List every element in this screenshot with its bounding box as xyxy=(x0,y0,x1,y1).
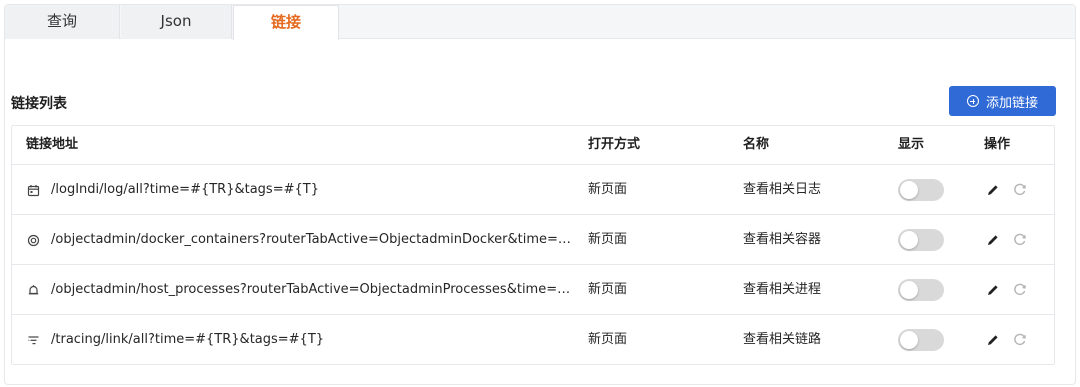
table-row: /tracing/link/all?time=#{TR}&tags=#{T} 新… xyxy=(12,315,1054,365)
show-toggle[interactable] xyxy=(898,229,944,251)
tab-json[interactable]: Json xyxy=(121,5,232,39)
open-mode: 新页面 xyxy=(588,282,628,297)
link-url: /objectadmin/host_processes?routerTabAct… xyxy=(51,282,571,297)
toggle-knob xyxy=(900,281,918,299)
pencil-icon[interactable] xyxy=(985,182,1001,198)
refresh-icon[interactable] xyxy=(1012,181,1028,197)
open-mode: 新页面 xyxy=(588,232,628,247)
links-table: 链接地址 打开方式 名称 显示 操作 /logIndi/log/all?time… xyxy=(11,125,1055,365)
table-header: 链接地址 打开方式 名称 显示 操作 xyxy=(12,126,1054,165)
column-header-show: 显示 xyxy=(898,137,925,152)
toggle-knob xyxy=(900,181,918,199)
table-row: /logIndi/log/all?time=#{TR}&tags=#{T} 新页… xyxy=(12,165,1054,215)
link-url: /objectadmin/docker_containers?routerTab… xyxy=(51,232,571,247)
show-toggle[interactable] xyxy=(898,279,944,301)
link-url: /logIndi/log/all?time=#{TR}&tags=#{T} xyxy=(51,182,319,197)
toggle-knob xyxy=(900,331,918,349)
column-header-name: 名称 xyxy=(743,137,770,152)
target-icon xyxy=(26,233,40,247)
link-url: /tracing/link/all?time=#{TR}&tags=#{T} xyxy=(51,332,325,347)
add-link-button[interactable]: 添加链接 xyxy=(949,86,1056,116)
link-name: 查看相关容器 xyxy=(743,232,822,247)
toggle-knob xyxy=(900,231,918,249)
refresh-icon[interactable] xyxy=(1012,331,1028,347)
show-toggle[interactable] xyxy=(898,179,944,201)
table-row: /objectadmin/host_processes?routerTabAct… xyxy=(12,265,1054,315)
plus-circle-icon xyxy=(966,95,979,107)
tab-links[interactable]: 链接 xyxy=(233,5,339,40)
trace-icon xyxy=(26,333,40,347)
tab-bar: 查询 Json 链接 xyxy=(5,5,1075,40)
column-header-open-mode: 打开方式 xyxy=(588,137,641,152)
open-mode: 新页面 xyxy=(588,332,628,347)
column-header-url: 链接地址 xyxy=(26,137,79,152)
add-link-button-label: 添加链接 xyxy=(985,95,1038,111)
refresh-icon[interactable] xyxy=(1012,231,1028,247)
pencil-icon[interactable] xyxy=(985,232,1001,248)
open-mode: 新页面 xyxy=(588,182,628,197)
pencil-icon[interactable] xyxy=(985,282,1001,298)
link-name: 查看相关日志 xyxy=(743,182,822,197)
calendar-icon xyxy=(26,183,40,197)
link-name: 查看相关链路 xyxy=(743,332,822,347)
link-name: 查看相关进程 xyxy=(743,282,822,297)
column-header-actions: 操作 xyxy=(984,137,1011,152)
table-row: /objectadmin/docker_containers?routerTab… xyxy=(12,215,1054,265)
bell-icon xyxy=(26,283,40,297)
section-title: 链接列表 xyxy=(11,96,67,112)
links-panel: 查询 Json 链接 链接列表 添加链接 链接地址 打开方式 名称 显示 操作 … xyxy=(4,4,1076,385)
tab-query[interactable]: 查询 xyxy=(5,5,120,39)
pencil-icon[interactable] xyxy=(985,332,1001,348)
refresh-icon[interactable] xyxy=(1012,281,1028,297)
show-toggle[interactable] xyxy=(898,329,944,351)
